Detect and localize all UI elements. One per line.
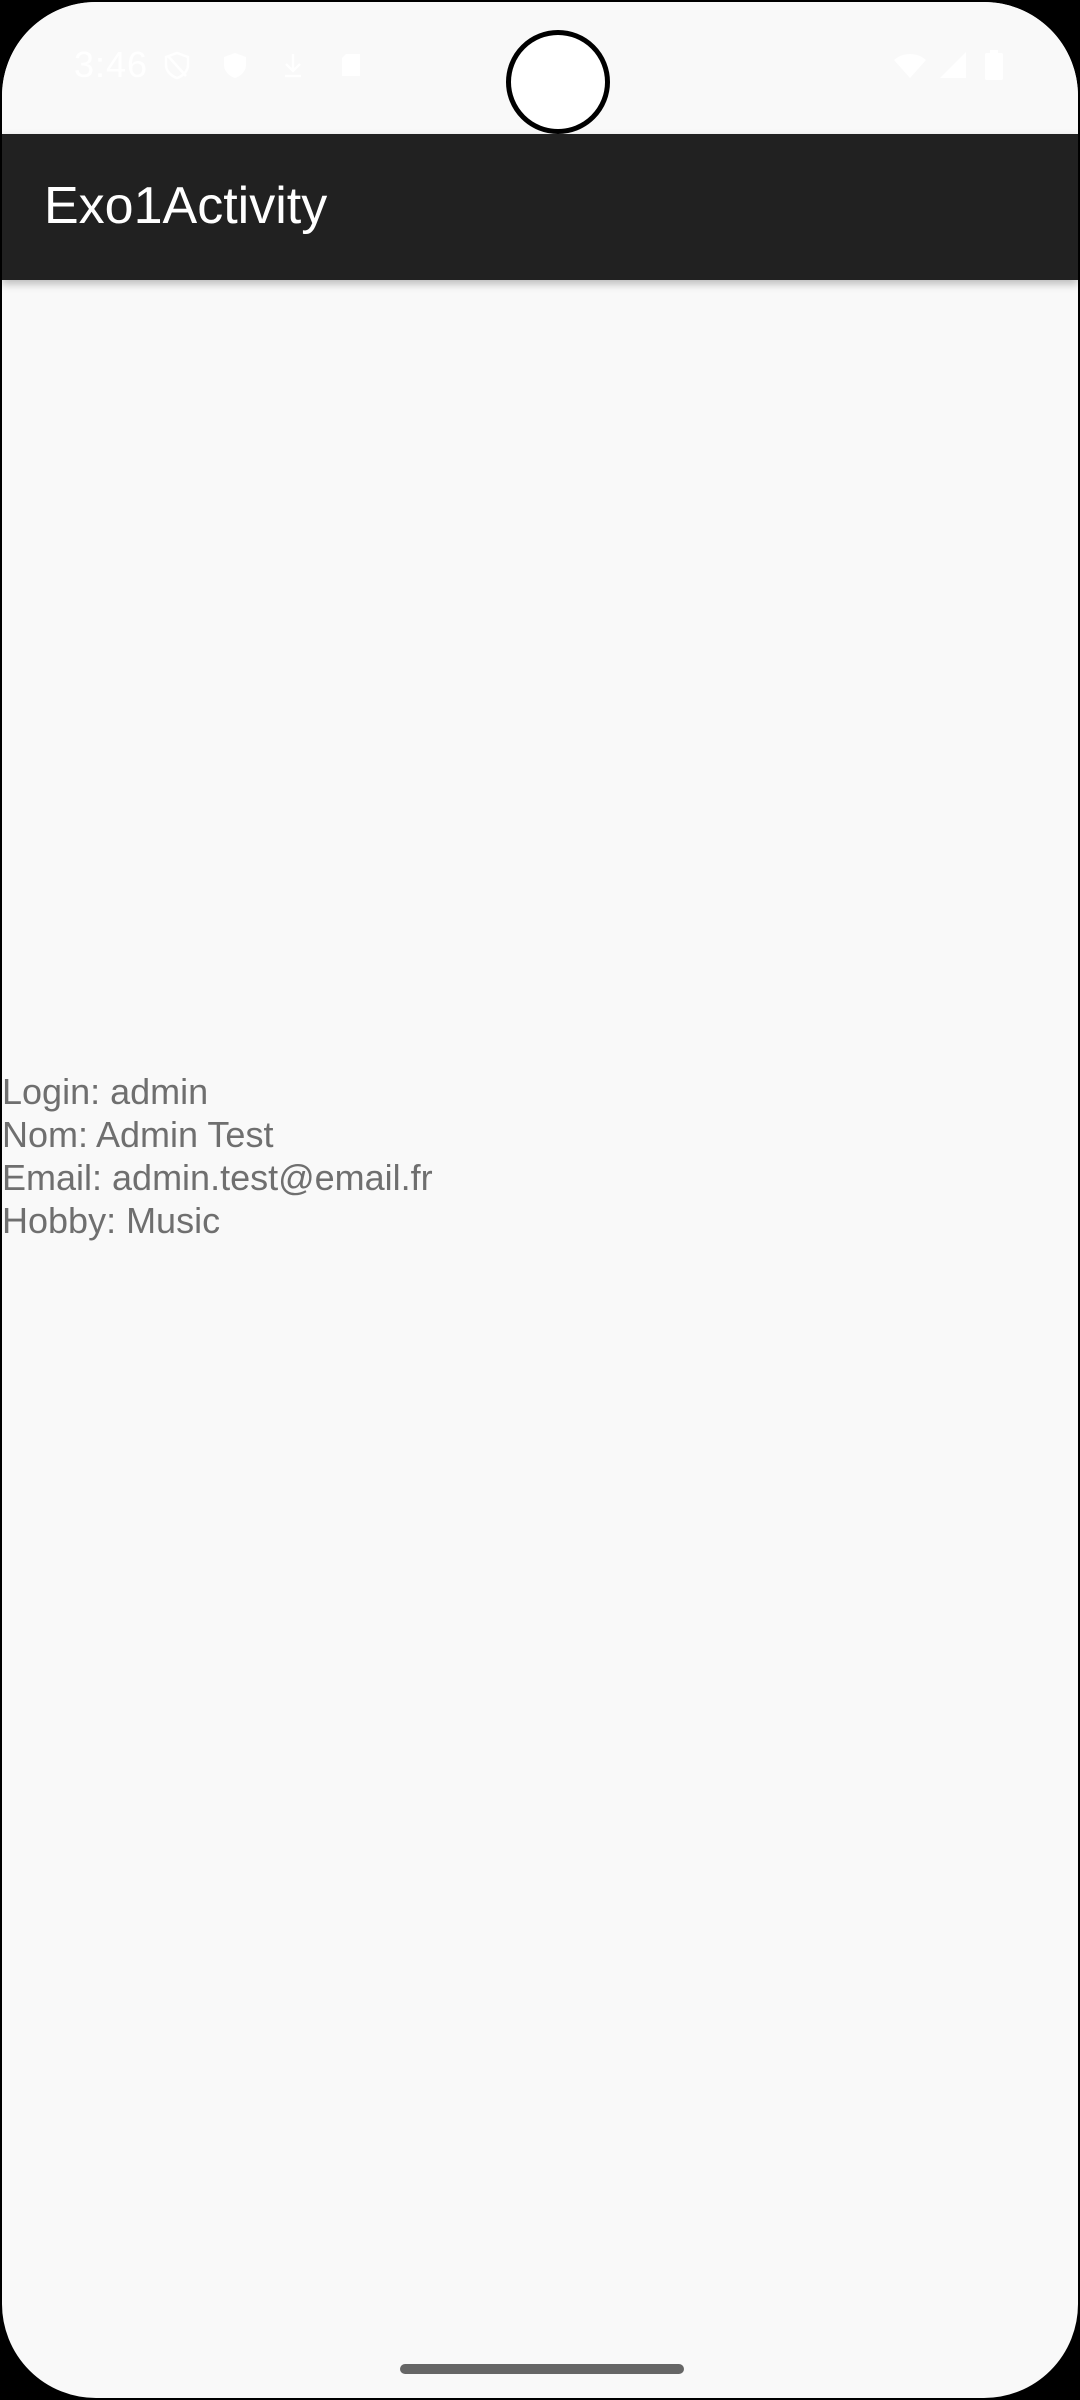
front-camera-cutout (506, 30, 610, 134)
login-line: Login: admin (2, 1071, 209, 1112)
user-info-text: Login: admin Nom: Admin Test Email: admi… (2, 1070, 433, 1242)
cellular-signal-icon (940, 52, 966, 78)
activity-content: Login: admin Nom: Admin Test Email: admi… (2, 280, 1078, 2330)
battery-icon (985, 50, 1003, 80)
status-bar: 3:46 (2, 2, 1078, 134)
phone-screen: 3:46 Exo1Activity Login: admin Nom: Admi… (0, 0, 1080, 2400)
wifi-icon (894, 54, 926, 78)
email-line: Email: admin.test@email.fr (2, 1157, 433, 1198)
app-toolbar: Exo1Activity (2, 134, 1078, 280)
toolbar-title: Exo1Activity (44, 177, 328, 235)
hobby-line: Hobby: Music (2, 1200, 221, 1241)
status-time: 3:46 (74, 44, 149, 85)
security-shield-icon (224, 53, 246, 78)
vpn-shield-icon (164, 51, 190, 80)
sd-card-icon (342, 54, 360, 76)
nom-line: Nom: Admin Test (2, 1114, 274, 1155)
download-icon (285, 54, 301, 78)
home-gesture-bar[interactable] (400, 2364, 684, 2374)
